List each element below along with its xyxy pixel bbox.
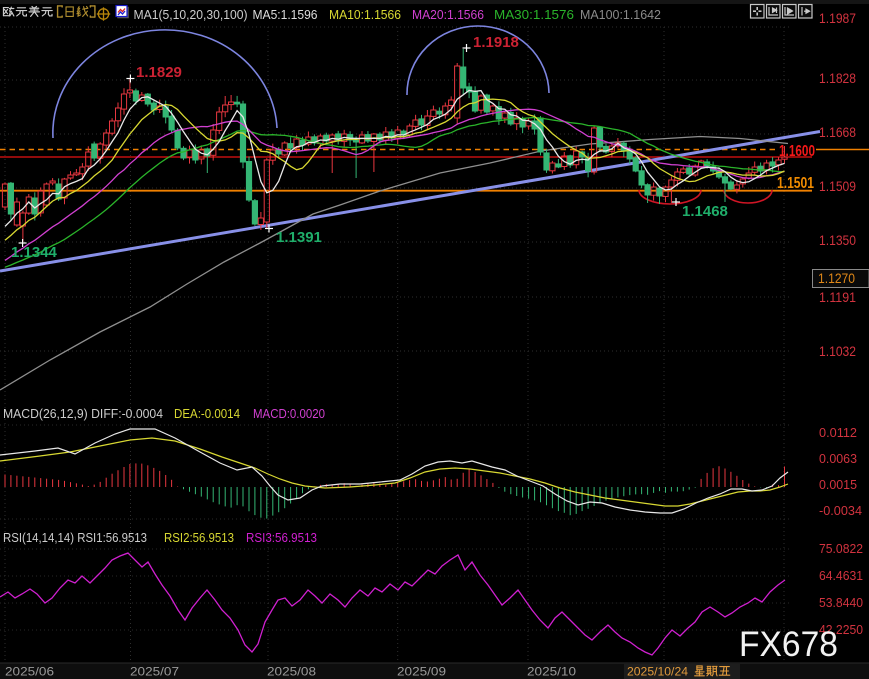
svg-text:75.0822: 75.0822 [819, 542, 863, 556]
svg-text:1.1032: 1.1032 [819, 344, 856, 359]
svg-text:2025/07: 2025/07 [130, 665, 179, 679]
svg-text:1.1501: 1.1501 [777, 175, 814, 192]
svg-text:1.1509: 1.1509 [819, 179, 856, 194]
svg-text:1.1987: 1.1987 [819, 11, 856, 26]
svg-text:MA5:1.1596: MA5:1.1596 [253, 7, 318, 22]
svg-text:1.1270: 1.1270 [818, 271, 855, 286]
svg-text:1.1468: 1.1468 [682, 203, 728, 220]
svg-text:0.0015: 0.0015 [819, 478, 857, 492]
svg-text:1.1191: 1.1191 [819, 290, 856, 305]
svg-text:MACD:0.0020: MACD:0.0020 [253, 406, 325, 421]
svg-text:RSI3:56.9513: RSI3:56.9513 [246, 530, 317, 545]
svg-text:RSI(14,14,14) RSI1:56.9513: RSI(14,14,14) RSI1:56.9513 [3, 530, 147, 545]
svg-text:1.1918: 1.1918 [473, 34, 519, 51]
svg-text:MA30:1.1576: MA30:1.1576 [494, 7, 574, 22]
svg-text:RSI2:56.9513: RSI2:56.9513 [164, 530, 234, 545]
svg-text:0.0063: 0.0063 [819, 452, 857, 466]
svg-text:1.1828: 1.1828 [819, 71, 856, 86]
svg-text:1.1600: 1.1600 [779, 143, 815, 160]
svg-text:0.0112: 0.0112 [819, 426, 857, 440]
svg-text:2025/06: 2025/06 [5, 665, 54, 679]
svg-text:53.8440: 53.8440 [819, 596, 863, 610]
svg-text:DEA:-0.0014: DEA:-0.0014 [174, 406, 240, 421]
svg-text:2025/09: 2025/09 [397, 665, 446, 679]
svg-text:FX678: FX678 [739, 625, 838, 664]
svg-text:-0.0034: -0.0034 [819, 504, 862, 518]
svg-text:64.4631: 64.4631 [819, 569, 863, 583]
svg-text:2025/10/24: 2025/10/24 [627, 665, 688, 679]
svg-text:1.1391: 1.1391 [276, 229, 322, 246]
svg-text:MA10:1.1566: MA10:1.1566 [329, 7, 401, 22]
svg-text:MA20:1.1566: MA20:1.1566 [412, 7, 484, 22]
svg-text:MA100:1.1642: MA100:1.1642 [580, 7, 661, 22]
svg-text:1.1350: 1.1350 [819, 233, 856, 248]
svg-text:2025/10: 2025/10 [527, 665, 576, 679]
svg-text:MACD(26,12,9) DIFF:-0.0004: MACD(26,12,9) DIFF:-0.0004 [3, 406, 163, 421]
svg-text:1.1829: 1.1829 [136, 64, 182, 81]
svg-text:MA1(5,10,20,30,100): MA1(5,10,20,30,100) [134, 7, 248, 22]
svg-text:1.1668: 1.1668 [819, 125, 856, 140]
svg-text:1.1344: 1.1344 [11, 244, 58, 261]
svg-text:2025/08: 2025/08 [267, 665, 316, 679]
